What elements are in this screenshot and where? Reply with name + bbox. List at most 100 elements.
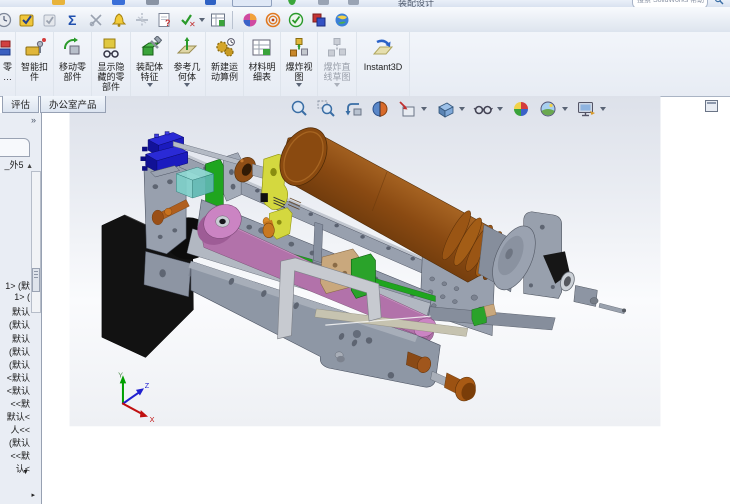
help-icon[interactable] [348,0,359,5]
tree-item[interactable]: (默认 [9,345,30,358]
dropdown-arrow-icon[interactable] [459,106,465,111]
tree-overflow-icon[interactable]: ▼ [22,469,29,476]
world-sphere-icon[interactable] [331,10,352,30]
target-rings-icon[interactable] [262,10,283,30]
select-tool-button[interactable] [232,0,272,7]
cm-reference-geometry-button[interactable]: 参考几 何体 [169,32,206,96]
insert-component-icon [0,35,14,61]
model-part-tan-bit[interactable] [483,303,497,318]
zoom-to-area-icon[interactable] [315,98,336,119]
dropdown-arrow-icon[interactable] [184,83,190,87]
dropdown-arrow-icon[interactable] [296,83,302,87]
panel-tab[interactable] [0,138,30,157]
tree-item[interactable]: (默认 [9,436,30,449]
svg-text:Z: Z [145,381,150,390]
tab-evaluate[interactable]: 评估 [2,96,40,113]
display-style-icon[interactable] [434,98,455,119]
hide-show-items-icon[interactable] [472,98,493,119]
cm-assembly-features-button[interactable]: 装配体 特征 [131,32,169,96]
help-document-icon[interactable]: ? [154,10,175,30]
cm-explode-line-sketch-button[interactable]: 爆炸直 线草图 [318,32,357,96]
move-component-icon [60,35,86,61]
view-orientation-icon[interactable] [396,98,417,119]
cm-smart-fasteners-button[interactable]: 智能扣 件 [16,32,54,96]
tree-item[interactable]: <默认 [7,384,30,397]
tree-scrollbar-thumb[interactable] [32,268,40,292]
history-clock-icon[interactable] [0,10,14,30]
tree-item[interactable]: 1> (默 [5,279,30,292]
edit-appearance-icon[interactable] [510,98,531,119]
assembly-features-icon [137,35,163,61]
show-hidden-components-icon [98,35,124,61]
tree-item[interactable]: 默认 [12,332,30,345]
render-ball-icon[interactable] [239,10,260,30]
tree-item[interactable]: (默认 [9,318,30,331]
approve-check-icon[interactable] [285,10,306,30]
zoom-to-fit-icon[interactable] [288,98,309,119]
search-icon[interactable] [714,0,724,5]
cm-insert-component-button[interactable]: 零 … [0,32,16,96]
exploded-view-icon [286,35,312,61]
rebuild-icon[interactable] [288,0,296,5]
tree-item[interactable]: 人<< [10,423,30,436]
tree-item[interactable]: (默认 [9,358,30,371]
svg-text:X: X [150,415,155,424]
dropdown-arrow-icon[interactable] [421,106,427,111]
cm-bill-of-materials-button[interactable]: 材料明 细表 [244,32,281,96]
panel-resize-icon[interactable]: ▸ [31,491,35,499]
tree-item[interactable]: 1> ( [14,292,30,302]
section-view-icon[interactable] [369,98,390,119]
folder-icon[interactable] [52,0,65,5]
dropdown-arrow-icon[interactable] [199,17,205,22]
cm-move-component-button[interactable]: 移动零 部件 [54,32,92,96]
svg-text:✕: ✕ [189,20,196,29]
tree-item[interactable]: <<默 [10,449,30,462]
previous-view-icon[interactable] [342,98,363,119]
tree-scrollbar[interactable] [31,171,41,313]
dropdown-arrow-icon[interactable] [600,106,606,111]
compare-squares-icon[interactable] [308,10,329,30]
options-icon[interactable] [318,0,329,5]
command-manager: 零 … 智能扣 件 移动零 部件 显示隐 藏的零 部件 装配体 特征 参考几 何… [0,32,730,97]
cm-exploded-view-button[interactable]: 爆炸视 图 [281,32,318,96]
dropdown-arrow-icon[interactable] [562,106,568,111]
checkbox-icon[interactable] [39,10,60,30]
feature-manager-panel: » _外5 ▲ 1> (默 1> ( 默认 (默认 默认 (默认 (默认 <默认… [0,113,42,504]
dropdown-arrow-icon[interactable] [497,106,503,111]
save-icon[interactable] [112,0,125,5]
view-settings-icon[interactable] [575,98,596,119]
toolbar-separator [232,10,233,29]
dropdown-arrow-icon[interactable] [334,83,340,87]
cm-show-hidden-components-button[interactable]: 显示隐 藏的零 部件 [92,32,131,96]
tree-item[interactable]: <<默 [10,397,30,410]
svg-text:Y: Y [118,371,123,380]
tree-item[interactable]: <默认 [7,371,30,384]
instant3d-icon [370,35,396,61]
heads-up-toolbar [288,98,613,119]
print-icon[interactable] [146,0,159,5]
svg-text:?: ? [165,18,171,28]
check-wand-icon[interactable]: ✕ [177,10,198,30]
window-restore-icon[interactable] [705,100,718,112]
model-part-green-bit[interactable] [471,306,487,327]
apply-scene-icon[interactable] [537,98,558,119]
tree-item[interactable]: 默认 [12,305,30,318]
model-part-cyan-block[interactable] [175,166,215,199]
equations-sigma-icon[interactable]: Σ [62,10,83,30]
verify-box-icon[interactable] [16,10,37,30]
tab-office-products[interactable]: 办公室产品 [40,96,106,113]
undo-icon[interactable] [205,0,216,5]
symmetry-icon[interactable] [131,10,152,30]
cm-instant3d-button[interactable]: Instant3D [357,32,410,96]
alert-bell-icon[interactable] [108,10,129,30]
tree-item[interactable]: 默认< [7,410,30,423]
no-sketch-icon[interactable] [85,10,106,30]
viewport-3d-canvas[interactable]: Y Z X [0,96,730,504]
dropdown-arrow-icon[interactable] [146,83,153,87]
design-table-icon[interactable] [207,10,228,30]
new-motion-study-icon [212,35,238,61]
panel-expand-chevron[interactable]: » [31,115,36,125]
cm-new-motion-study-button[interactable]: 新建运 动算例 [206,32,244,96]
solidworks-window: 装配设计 搜索 SolidWorks 帮助 Σ ? ✕ 零 … 智能扣 件 移动… [0,0,730,504]
tree-root-item[interactable]: _外5 ▲ [5,158,33,171]
